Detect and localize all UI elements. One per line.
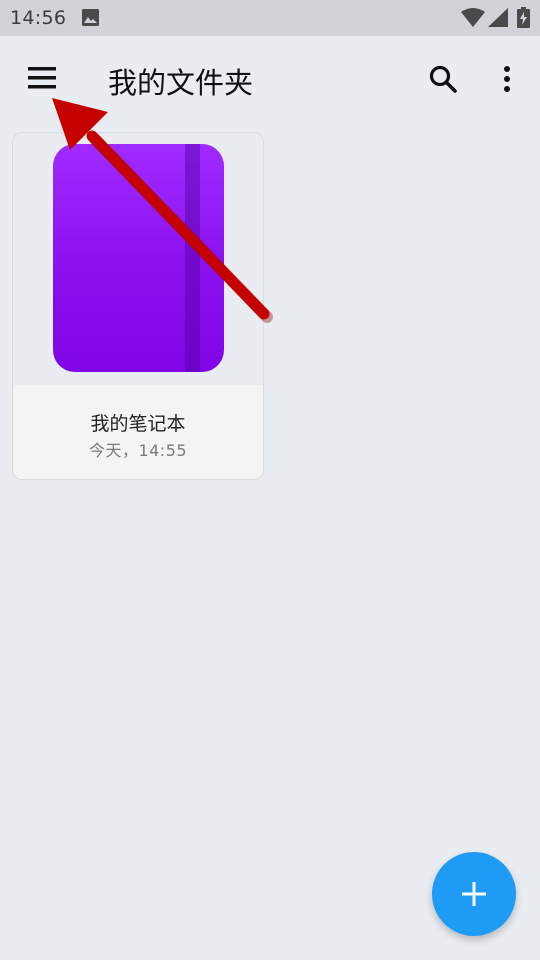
add-button[interactable] [432, 852, 516, 936]
notebook-cover-icon [53, 144, 224, 372]
battery-icon [517, 7, 530, 28]
search-icon[interactable] [428, 64, 458, 94]
plus-icon [462, 882, 486, 906]
status-bar: 14:56 [0, 0, 540, 36]
notebook-date: 今天，14:55 [88, 441, 188, 460]
notebook-card-footer: 我的笔记本 今天，14:55 [13, 385, 263, 479]
status-time: 14:56 [10, 7, 67, 29]
menu-icon[interactable] [26, 66, 58, 90]
notebook-name: 我的笔记本 [90, 413, 186, 435]
app-bar: 我的文件夹 [0, 36, 540, 120]
notebook-cover-area [13, 133, 263, 385]
signal-icon [488, 8, 508, 27]
more-vert-icon[interactable] [496, 64, 518, 94]
wifi-icon [461, 8, 485, 27]
notebook-band [185, 144, 200, 372]
page-title: 我的文件夹 [108, 66, 254, 100]
image-icon [82, 9, 99, 26]
notebook-card[interactable]: 我的笔记本 今天，14:55 [12, 132, 264, 480]
